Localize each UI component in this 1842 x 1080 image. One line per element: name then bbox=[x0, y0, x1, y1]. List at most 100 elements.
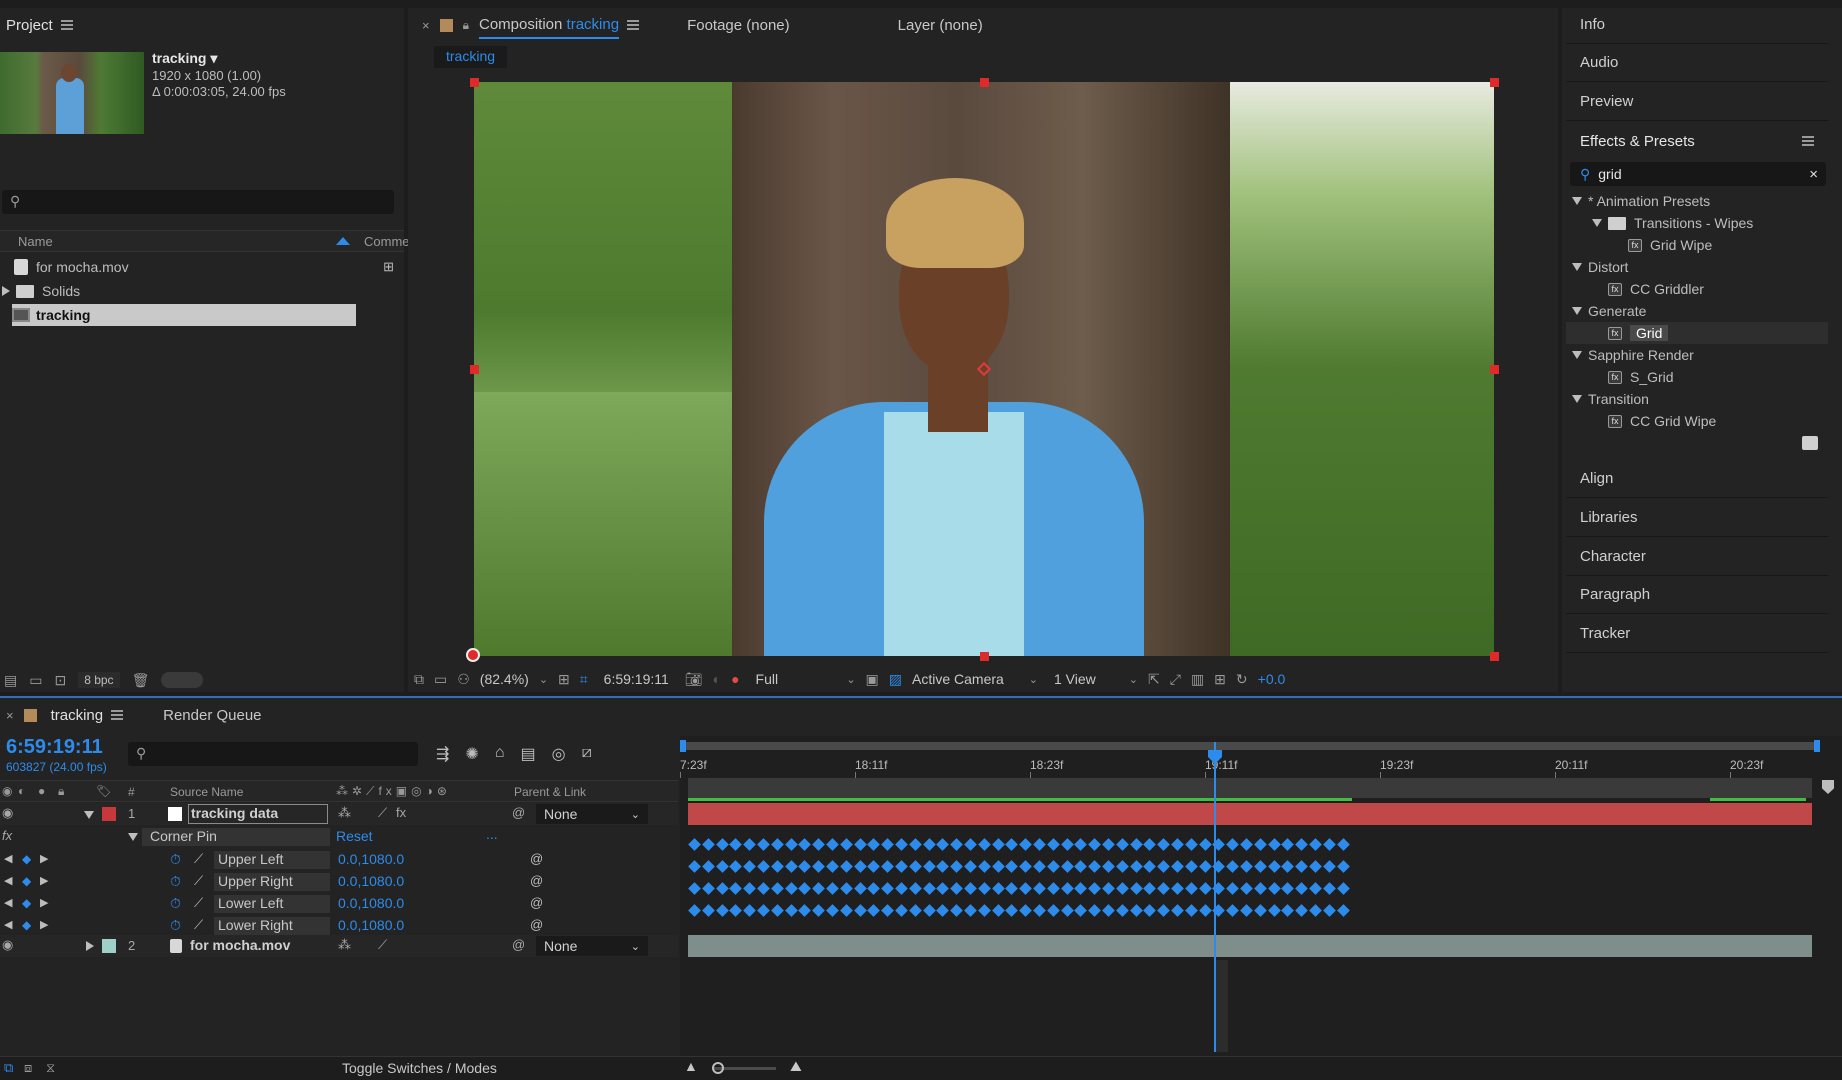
pickwhip-icon[interactable]: @ bbox=[530, 851, 543, 866]
keyframe[interactable] bbox=[812, 882, 826, 895]
keyframe[interactable] bbox=[1102, 860, 1115, 873]
keyframe[interactable] bbox=[977, 860, 991, 873]
stopwatch-icon[interactable]: ⏱︎ bbox=[170, 851, 181, 868]
panel-tracker[interactable]: Tracker bbox=[1566, 615, 1828, 653]
tree-effect[interactable]: fx S_Grid bbox=[1608, 366, 1674, 388]
timeline-timecode[interactable]: 6:59:19:11 bbox=[6, 736, 103, 759]
lock-icon[interactable]: 🔒︎ bbox=[58, 784, 64, 799]
keyframe[interactable] bbox=[1240, 838, 1253, 851]
expand-icon[interactable] bbox=[86, 941, 94, 951]
fx-switch-icon[interactable]: fx bbox=[396, 805, 406, 820]
project-search-input[interactable]: ⚲ bbox=[2, 190, 394, 214]
label-color-swatch[interactable] bbox=[102, 807, 116, 821]
keyframe[interactable] bbox=[1074, 860, 1088, 873]
composition-mini-flowchart-icon[interactable]: ⇶ bbox=[436, 744, 449, 764]
views-dropdown[interactable]: 1 View ⌄ bbox=[1054, 671, 1138, 687]
keyframe[interactable] bbox=[922, 882, 936, 895]
keyframe[interactable] bbox=[867, 838, 881, 851]
trash-icon[interactable]: 🗑︎ bbox=[132, 672, 150, 689]
keyframe[interactable] bbox=[729, 904, 743, 917]
property-value[interactable]: 0.0,1080.0 bbox=[338, 917, 404, 933]
keyframe[interactable] bbox=[798, 882, 812, 895]
keyframe[interactable] bbox=[1295, 904, 1309, 917]
panel-menu-icon[interactable] bbox=[1802, 136, 1814, 146]
property-value[interactable]: 0.0,1080.0 bbox=[338, 873, 404, 889]
keyframe[interactable] bbox=[1184, 860, 1198, 873]
keyframe[interactable] bbox=[991, 882, 1005, 895]
keyframe[interactable] bbox=[1143, 882, 1157, 895]
keyframe[interactable] bbox=[991, 860, 1005, 873]
keyframe[interactable] bbox=[895, 838, 908, 851]
keyframe[interactable] bbox=[1005, 860, 1019, 873]
panel-preview[interactable]: Preview bbox=[1566, 83, 1828, 121]
keyframe[interactable] bbox=[853, 838, 867, 851]
pickwhip-icon[interactable]: @ bbox=[512, 937, 525, 952]
keyframe[interactable] bbox=[1005, 882, 1019, 895]
keyframe[interactable] bbox=[729, 838, 743, 851]
keyframe[interactable] bbox=[812, 904, 826, 917]
keyframe[interactable] bbox=[1336, 860, 1350, 873]
keyframe[interactable] bbox=[936, 860, 950, 873]
keyframe[interactable] bbox=[688, 882, 701, 895]
keyframe[interactable] bbox=[784, 860, 798, 873]
keyframe[interactable] bbox=[1240, 860, 1253, 873]
pickwhip-icon[interactable]: @ bbox=[512, 805, 525, 820]
panel-info[interactable]: Info bbox=[1566, 6, 1828, 44]
keyframe[interactable] bbox=[1281, 882, 1295, 895]
keyframe[interactable] bbox=[867, 904, 881, 917]
tree-effect[interactable]: fx CC Griddler bbox=[1608, 278, 1704, 300]
keyframe[interactable] bbox=[715, 882, 729, 895]
keyframe[interactable] bbox=[1088, 904, 1102, 917]
reset-exposure-icon[interactable]: ↻ bbox=[1236, 671, 1248, 688]
next-keyframe-icon[interactable]: ▶ bbox=[40, 896, 48, 909]
keyframe[interactable] bbox=[1309, 882, 1322, 895]
keyframe[interactable] bbox=[977, 838, 991, 851]
keyframe[interactable] bbox=[936, 838, 950, 851]
keyframe[interactable] bbox=[1129, 904, 1143, 917]
grid-guides-icon[interactable]: ⊞ bbox=[558, 671, 570, 688]
keyframe[interactable] bbox=[701, 904, 715, 917]
time-ruler[interactable]: 7:23f 18:11f 18:23f 19:11f 19:23f 20:11f 20:23… bbox=[680, 752, 1820, 778]
expand-icon[interactable] bbox=[2, 286, 10, 296]
project-item-footage[interactable]: for mocha.mov ⊞ bbox=[14, 256, 404, 278]
project-item-folder[interactable]: Solids bbox=[2, 280, 392, 302]
tree-effect[interactable]: fx Grid Wipe bbox=[1628, 234, 1712, 256]
keyframe[interactable] bbox=[908, 882, 922, 895]
layer-row-1[interactable]: ◉ 1 tracking data ⁂ ⟋ fx @ None ⌄ bbox=[0, 803, 678, 825]
keyframe[interactable] bbox=[867, 860, 881, 873]
keyframe[interactable] bbox=[1102, 838, 1115, 851]
tree-effect-selected[interactable]: fx Grid bbox=[1566, 322, 1828, 344]
keyframe[interactable] bbox=[784, 882, 798, 895]
zoom-in-icon[interactable]: ⛰︎ bbox=[790, 1058, 802, 1075]
tree-effect[interactable]: fx CC Grid Wipe bbox=[1608, 410, 1716, 432]
fast-draft-icon[interactable]: ⤢ bbox=[1170, 671, 1181, 688]
prev-keyframe-icon[interactable]: ◀ bbox=[4, 852, 12, 865]
keyframe[interactable] bbox=[701, 882, 715, 895]
keyframe[interactable] bbox=[922, 860, 936, 873]
tab-layer[interactable]: Layer (none) bbox=[898, 17, 983, 34]
keyframe[interactable] bbox=[964, 882, 977, 895]
keyframe[interactable] bbox=[1046, 838, 1060, 851]
stopwatch-icon[interactable]: ⏱︎ bbox=[170, 917, 181, 934]
keyframe[interactable] bbox=[881, 904, 895, 917]
keyframe[interactable] bbox=[770, 904, 784, 917]
keyframe[interactable] bbox=[1281, 838, 1295, 851]
keyframe[interactable] bbox=[1046, 860, 1060, 873]
keyframe[interactable] bbox=[826, 882, 839, 895]
work-area-start-handle[interactable] bbox=[680, 740, 686, 752]
layer-name[interactable]: tracking data bbox=[188, 804, 328, 824]
panel-audio[interactable]: Audio bbox=[1566, 44, 1828, 82]
keyframe[interactable] bbox=[1309, 904, 1322, 917]
keyframe[interactable] bbox=[1295, 838, 1309, 851]
keyframe[interactable] bbox=[1184, 838, 1198, 851]
keyframe[interactable] bbox=[853, 882, 867, 895]
zoom-dropdown[interactable]: (82.4%) ⌄ bbox=[480, 671, 548, 687]
keyframe[interactable] bbox=[922, 904, 936, 917]
resolution-dropdown[interactable]: Full ⌄ bbox=[756, 671, 856, 687]
keyframe[interactable] bbox=[1240, 904, 1253, 917]
keyframe[interactable] bbox=[1033, 882, 1046, 895]
keyframe[interactable] bbox=[1267, 860, 1281, 873]
frame-blending-icon[interactable]: ▤ bbox=[520, 744, 535, 764]
keyframe[interactable] bbox=[964, 904, 977, 917]
composition-frame[interactable] bbox=[474, 82, 1494, 656]
